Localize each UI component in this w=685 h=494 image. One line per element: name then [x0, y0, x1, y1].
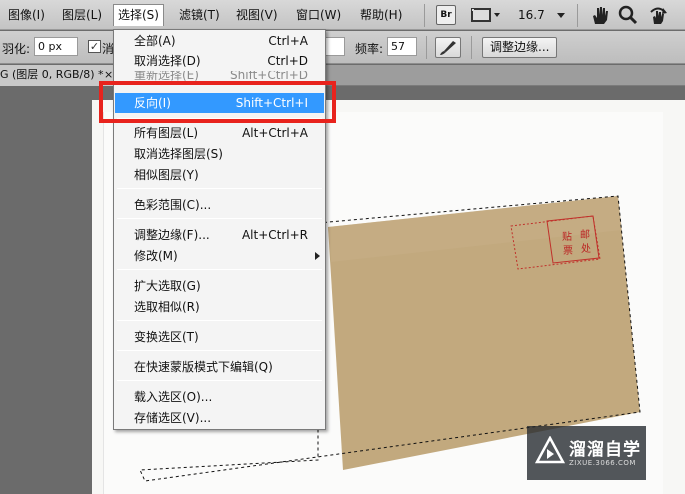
stamp-text-1: 贴	[562, 232, 572, 243]
menu-item-label: 选取相似(R)	[134, 300, 200, 314]
menu-item-deselect[interactable]: 取消选择(D) Ctrl+D	[115, 51, 324, 71]
menu-item-all-layers[interactable]: 所有图层(L) Alt+Ctrl+A	[115, 123, 324, 143]
menu-separator	[117, 269, 322, 270]
stamp-text-4: 处	[581, 244, 591, 255]
menu-item-label: 调整边缘(F)...	[134, 228, 210, 242]
menu-item-similar[interactable]: 选取相似(R)	[115, 297, 324, 317]
menu-item-label: 存储选区(V)...	[134, 411, 212, 425]
menu-item-label: 相似图层(Y)	[134, 168, 199, 182]
menu-item-transform-selection[interactable]: 变换选区(T)	[115, 327, 324, 347]
menu-item-refine-edge[interactable]: 调整边缘(F)... Alt+Ctrl+R	[115, 225, 324, 245]
submenu-arrow-icon	[315, 252, 320, 260]
menu-item-label: 取消选择图层(S)	[134, 147, 223, 161]
menu-separator	[117, 320, 322, 321]
menu-item-load-selection[interactable]: 载入选区(O)...	[115, 387, 324, 407]
menu-item-label: 取消选择(D)	[134, 54, 201, 68]
menu-item-label: 变换选区(T)	[134, 330, 199, 344]
menu-separator	[117, 380, 322, 381]
menu-item-shortcut: Ctrl+D	[267, 54, 308, 68]
menu-item-label: 色彩范围(C)...	[134, 198, 212, 212]
menu-item-label: 所有图层(L)	[134, 126, 199, 140]
stamp-text-3: 票	[563, 246, 573, 257]
menu-item-select-all[interactable]: 全部(A) Ctrl+A	[115, 31, 324, 51]
menu-item-deselect-layers[interactable]: 取消选择图层(S)	[115, 144, 324, 164]
watermark-subtitle: ZIXUE.3066.COM	[569, 459, 636, 467]
watermark-title: 溜溜自学	[569, 440, 641, 460]
menu-item-label: 载入选区(O)...	[134, 390, 213, 404]
menu-item-shortcut: Alt+Ctrl+R	[241, 228, 308, 242]
menu-item-modify[interactable]: 修改(M)	[115, 246, 324, 266]
play-logo-icon	[535, 436, 565, 464]
stamp-text-2: 邮	[580, 230, 590, 241]
annotation-highlight-box	[99, 81, 336, 123]
menu-item-save-selection[interactable]: 存储选区(V)...	[115, 408, 324, 428]
menu-item-shortcut: Alt+Ctrl+A	[242, 126, 308, 140]
menu-item-shortcut: Ctrl+A	[268, 34, 308, 48]
menu-item-label: 在快速蒙版模式下编辑(Q)	[134, 360, 273, 374]
menu-item-color-range[interactable]: 色彩范围(C)...	[115, 195, 324, 215]
menu-item-label: 修改(M)	[134, 249, 178, 263]
menu-item-label: 全部(A)	[134, 34, 176, 48]
menu-item-grow[interactable]: 扩大选取(G)	[115, 276, 324, 296]
menu-item-quick-mask[interactable]: 在快速蒙版模式下编辑(Q)	[115, 357, 324, 377]
menu-separator	[117, 350, 322, 351]
menu-separator	[117, 188, 322, 189]
menu-separator	[117, 218, 322, 219]
menu-item-similar-layers[interactable]: 相似图层(Y)	[115, 165, 324, 185]
menu-item-label: 扩大选取(G)	[134, 279, 201, 293]
watermark: 溜溜自学 ZIXUE.3066.COM	[527, 426, 646, 480]
